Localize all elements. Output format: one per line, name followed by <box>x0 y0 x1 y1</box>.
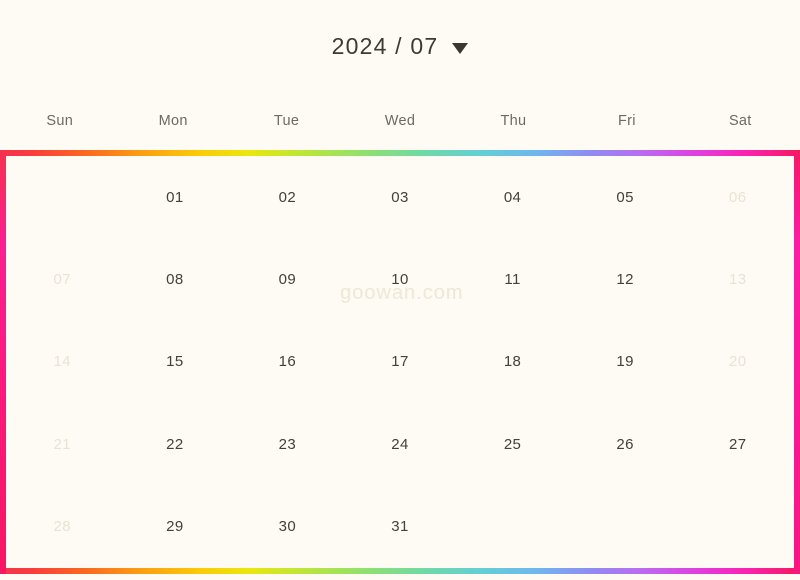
weekday-label-fri: Fri <box>617 113 636 129</box>
calendar-date-grid: 01 02 03 04 05 06 07 08 09 10 11 12 13 1… <box>6 156 794 568</box>
weekday-label-mon: Mon <box>158 113 188 129</box>
day-cell[interactable]: 31 <box>344 486 457 568</box>
day-cell[interactable]: 22 <box>119 403 232 485</box>
day-cell[interactable]: 01 <box>119 156 232 238</box>
day-cell[interactable]: 03 <box>344 156 457 238</box>
day-cell[interactable]: 10 <box>344 238 457 320</box>
day-cell[interactable]: 17 <box>344 321 457 403</box>
day-cell <box>456 486 569 568</box>
day-cell <box>6 156 119 238</box>
chevron-down-icon[interactable] <box>452 42 469 54</box>
day-cell[interactable]: 28 <box>6 486 119 568</box>
period-label: 2024 / 07 <box>331 32 439 59</box>
day-cell[interactable]: 15 <box>119 321 232 403</box>
day-cell[interactable]: 30 <box>231 486 344 568</box>
day-cell[interactable]: 19 <box>569 321 682 403</box>
weekday-label-sat: Sat <box>728 113 752 129</box>
weekday-label-wed: Wed <box>384 113 416 129</box>
calendar-grid-frame: 01 02 03 04 05 06 07 08 09 10 11 12 13 1… <box>0 150 800 574</box>
day-cell[interactable]: 18 <box>456 321 569 403</box>
day-cell[interactable]: 29 <box>119 486 232 568</box>
day-cell[interactable]: 12 <box>569 238 682 320</box>
day-cell[interactable]: 26 <box>569 403 682 485</box>
day-cell <box>681 486 794 568</box>
weekday-label-tue: Tue <box>273 113 300 129</box>
day-cell[interactable]: 21 <box>6 403 119 485</box>
day-cell <box>569 486 682 568</box>
day-cell[interactable]: 20 <box>681 321 794 403</box>
day-cell[interactable]: 11 <box>456 238 569 320</box>
day-cell[interactable]: 13 <box>681 238 794 320</box>
calendar-app: 2024 / 07 Sun Mon Tue Wed Thu Fri Sat 01… <box>0 0 800 580</box>
day-cell[interactable]: 09 <box>231 238 344 320</box>
calendar-header: 2024 / 07 <box>0 0 800 92</box>
day-cell[interactable]: 14 <box>6 321 119 403</box>
weekday-header-row: Sun Mon Tue Wed Thu Fri Sat <box>0 92 800 150</box>
weekday-label-thu: Thu <box>500 113 527 129</box>
day-cell[interactable]: 04 <box>456 156 569 238</box>
day-cell[interactable]: 27 <box>681 403 794 485</box>
weekday-label-sun: Sun <box>46 113 74 129</box>
day-cell[interactable]: 16 <box>231 321 344 403</box>
day-cell[interactable]: 07 <box>6 238 119 320</box>
day-cell[interactable]: 25 <box>456 403 569 485</box>
day-cell[interactable]: 08 <box>119 238 232 320</box>
day-cell[interactable]: 06 <box>681 156 794 238</box>
day-cell[interactable]: 05 <box>569 156 682 238</box>
day-cell[interactable]: 23 <box>231 403 344 485</box>
day-cell[interactable]: 24 <box>344 403 457 485</box>
day-cell[interactable]: 02 <box>231 156 344 238</box>
